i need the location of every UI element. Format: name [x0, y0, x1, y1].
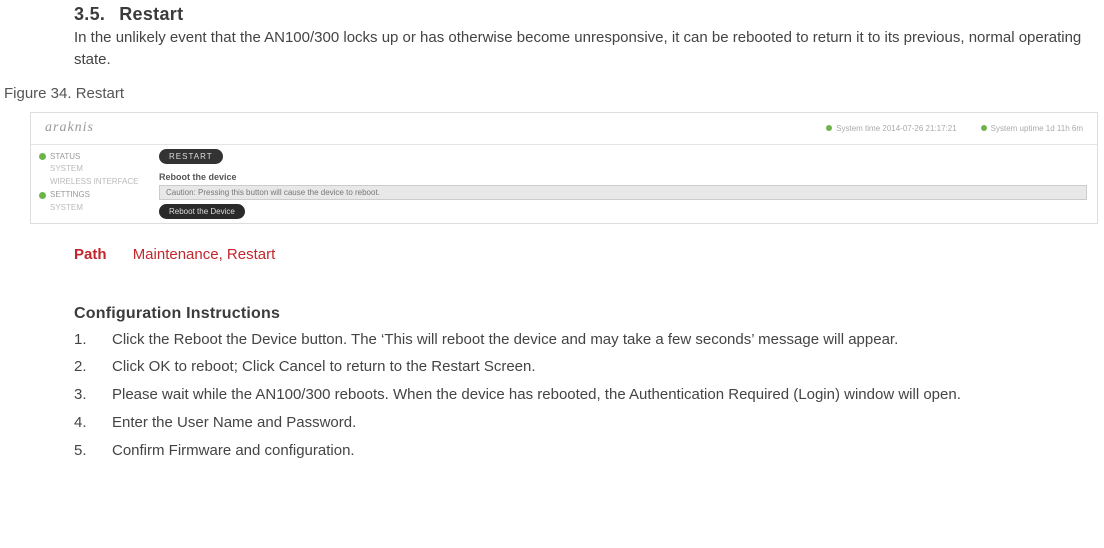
- path-value: Maintenance, Restart: [133, 246, 276, 263]
- section-heading: 3.5. Restart: [74, 4, 1096, 25]
- sidebar-item-settings[interactable]: SETTINGS: [39, 189, 141, 202]
- sidebar-item-status[interactable]: STATUS: [39, 151, 141, 164]
- brand-logo: araknis: [45, 120, 94, 136]
- path-label: Path: [74, 246, 107, 263]
- caution-banner: Caution: Pressing this button will cause…: [159, 185, 1087, 200]
- reboot-section-title: Reboot the device: [159, 172, 1087, 182]
- screenshot-sidebar: STATUS SYSTEM WIRELESS INTERFACE SETTING…: [31, 145, 149, 223]
- restart-pill: RESTART: [159, 149, 223, 164]
- instruction-step: Click the Reboot the Device button. The …: [74, 329, 1096, 351]
- instructions-heading: Configuration Instructions: [74, 305, 1096, 323]
- figure-caption: Figure 34. Restart: [4, 85, 1096, 102]
- status-system-uptime: System uptime 1d 11h 6m: [981, 124, 1083, 133]
- instruction-step: Enter the User Name and Password.: [74, 412, 1096, 434]
- sidebar-sub-wireless[interactable]: WIRELESS INTERFACE: [50, 176, 141, 189]
- instructions-list: Click the Reboot the Device button. The …: [74, 329, 1096, 462]
- embedded-screenshot: araknis System time 2014-07-26 21:17:21 …: [30, 112, 1098, 224]
- sidebar-sub-system[interactable]: SYSTEM: [50, 163, 141, 176]
- status-system-time: System time 2014-07-26 21:17:21: [826, 124, 957, 133]
- reboot-device-button[interactable]: Reboot the Device: [159, 204, 245, 219]
- instruction-step: Please wait while the AN100/300 reboots.…: [74, 384, 1096, 406]
- path-line: Path Maintenance, Restart: [74, 246, 1096, 263]
- status-dot-icon: [39, 153, 46, 160]
- section-title: Restart: [119, 4, 183, 24]
- instruction-step: Click OK to reboot; Click Cancel to retu…: [74, 356, 1096, 378]
- status-dot-icon: [39, 192, 46, 199]
- section-intro: In the unlikely event that the AN100/300…: [74, 27, 1096, 71]
- section-number: 3.5.: [74, 4, 105, 24]
- sidebar-sub-settings-system[interactable]: SYSTEM: [50, 202, 141, 215]
- instruction-step: Confirm Firmware and configuration.: [74, 440, 1096, 462]
